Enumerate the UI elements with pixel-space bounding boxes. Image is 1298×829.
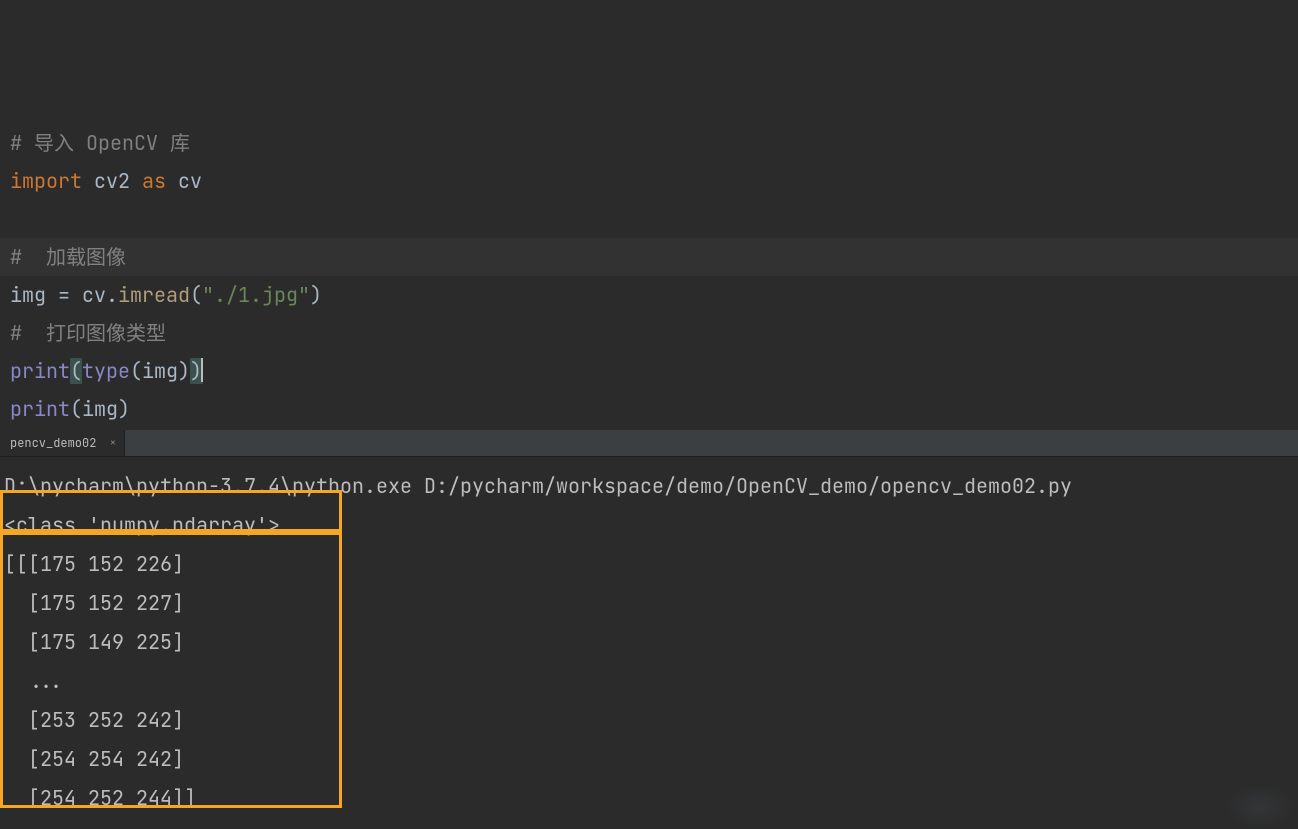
console-line: [175 152 227] — [4, 584, 1298, 623]
code-editor[interactable]: # 导入 OpenCV 库import cv2 as cv # 加载图像img … — [0, 0, 1298, 430]
decorative-blob — [1228, 787, 1292, 827]
run-tab-label: pencv_demo02 — [10, 435, 96, 451]
run-tabbar[interactable]: pencv_demo02 × — [0, 430, 1298, 457]
code-line: # 加载图像 — [10, 238, 1298, 276]
console-line: [175 149 225] — [4, 623, 1298, 662]
console-line: [254 252 244]] — [4, 779, 1298, 818]
code-line: import cv2 as cv — [10, 162, 1298, 200]
code-line: img = cv.imread("./1.jpg") — [10, 276, 1298, 314]
console-line: D:\pycharm\python-3.7.4\python.exe D:/py… — [4, 467, 1298, 506]
console-output[interactable]: D:\pycharm\python-3.7.4\python.exe D:/py… — [0, 457, 1298, 818]
code-line: print(type(img)) — [10, 352, 1298, 390]
console-line: [254 254 242] — [4, 740, 1298, 779]
console-line: ... — [4, 662, 1298, 701]
run-tab-active[interactable]: pencv_demo02 × — [0, 430, 125, 456]
close-icon[interactable]: × — [110, 430, 117, 456]
code-line: # 导入 OpenCV 库 — [10, 124, 1298, 162]
console-line: <class 'numpy.ndarray'> — [4, 506, 1298, 545]
code-line — [10, 200, 1298, 238]
code-line: print(img) — [10, 390, 1298, 428]
console-line: [253 252 242] — [4, 701, 1298, 740]
code-line: # 打印图像类型 — [10, 314, 1298, 352]
console-line: [[[175 152 226] — [4, 545, 1298, 584]
run-tool-window: pencv_demo02 × D:\pycharm\python-3.7.4\p… — [0, 430, 1298, 829]
